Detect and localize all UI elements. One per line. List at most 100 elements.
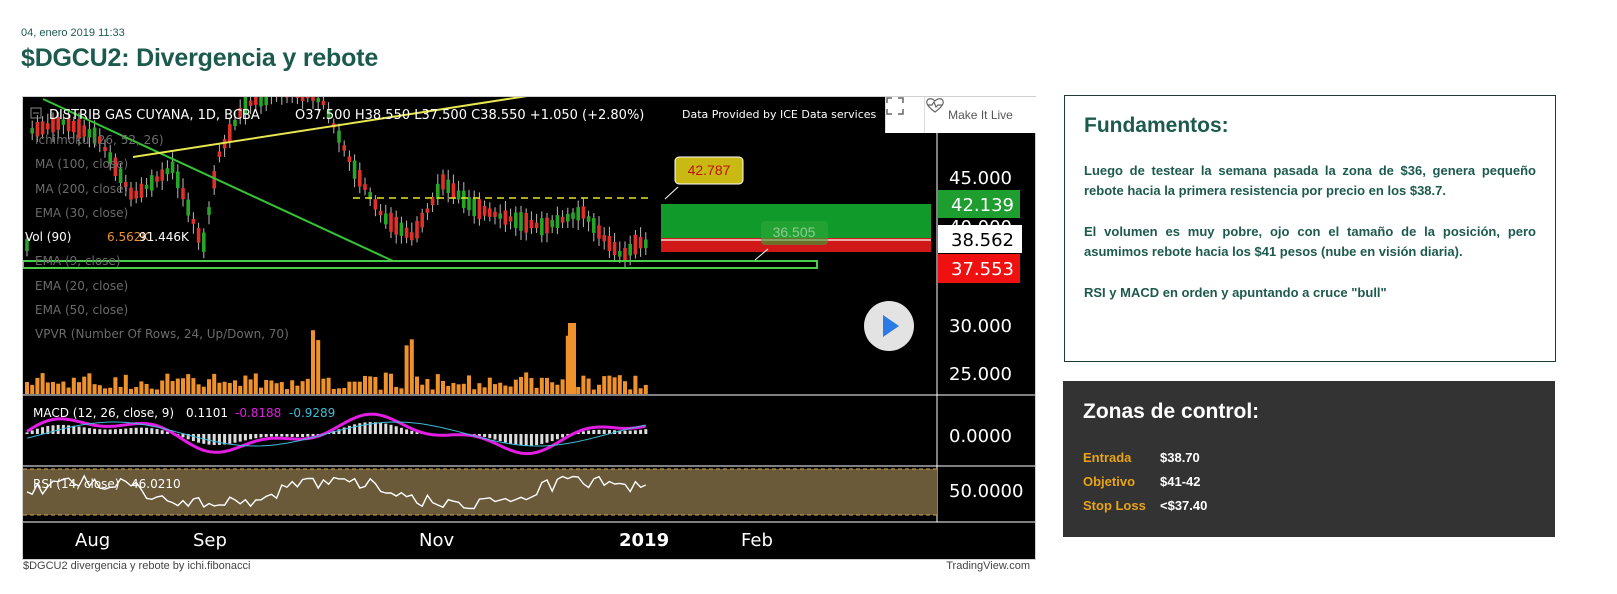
indicator-ema30[interactable]: EMA (30, close)	[35, 206, 128, 220]
data-provider: Data Provided by ICE Data services	[682, 108, 877, 121]
indicator-ema20[interactable]: EMA (20, close)	[35, 279, 128, 293]
candle-body	[248, 100, 253, 106]
macd-hist-bar	[82, 427, 86, 434]
candle-body	[592, 218, 596, 233]
tradingview-credit[interactable]: TradingView.com	[946, 560, 1030, 572]
zone-row-stop: Stop Loss <$37.40	[1083, 498, 1207, 513]
candle-body	[295, 97, 300, 99]
time-label-nov: Nov	[419, 530, 454, 551]
macd-hist-bar	[306, 434, 310, 437]
indicator-ma100[interactable]: MA (100, close)	[35, 157, 128, 171]
volume-bar	[108, 387, 113, 394]
volume-bar	[623, 381, 627, 394]
indicator-vpvr[interactable]: VPVR (Number Of Rows, 24, Up/Down, 70)	[35, 327, 289, 341]
macd-hist-bar	[394, 426, 398, 434]
indicator-ema50[interactable]: EMA (50, close)	[35, 303, 128, 317]
macd-hist-bar	[243, 434, 247, 441]
price-badge-stop-text: 37.553	[951, 259, 1014, 280]
volume-bar	[420, 384, 425, 394]
fullscreen-button[interactable]	[885, 97, 924, 133]
chart-caption[interactable]: $DGCU2 divergencia y rebote by ichi.fibo…	[23, 560, 250, 572]
volume-bar	[25, 382, 29, 394]
candle-body	[623, 248, 627, 262]
macd-hist-bar	[587, 430, 591, 434]
volume-bar	[560, 379, 565, 394]
volume-bar	[508, 386, 513, 394]
candle-body	[103, 146, 107, 152]
volume-bar	[295, 385, 300, 394]
volume-bar	[415, 376, 419, 394]
candle-body	[477, 199, 482, 220]
indicator-ma200[interactable]: MA (200, close)	[35, 182, 128, 196]
candle-body	[602, 235, 606, 242]
volume-bar	[513, 379, 518, 394]
volume-bar	[233, 380, 237, 394]
candle-body	[358, 170, 362, 187]
volume-bar	[269, 380, 274, 394]
candle-body	[144, 184, 149, 189]
volume-bar	[591, 389, 596, 394]
tradingview-chart[interactable]: 42.787 36.505 DISTRIB GAS CUYANA, 1D, BC…	[22, 96, 1036, 560]
candle-body	[264, 97, 268, 106]
volume-bar	[311, 330, 315, 394]
fundamentals-title: Fundamentos:	[1084, 114, 1229, 137]
candle-body	[420, 212, 424, 228]
macd-hist-bar	[581, 431, 585, 434]
macd-hist-bar	[98, 429, 102, 434]
macd-axis-label: 0.0000	[949, 426, 1012, 447]
vol-value-2: 91.446K	[139, 230, 190, 244]
heartbeat-icon	[926, 98, 944, 113]
volume-bar	[300, 381, 305, 394]
macd-hist-bar	[280, 434, 284, 437]
candle-body	[134, 190, 138, 199]
indicator-vol[interactable]: Vol (90)	[25, 230, 71, 244]
volume-bar	[399, 388, 404, 394]
candle-body	[508, 216, 513, 222]
candle-body	[46, 123, 50, 130]
volume-bar	[186, 374, 191, 394]
macd-hist-bar	[129, 428, 133, 434]
candle-body	[160, 169, 164, 181]
macd-hist-bar	[384, 423, 388, 434]
macd-hist-bar	[103, 429, 107, 434]
indicator-list: Ichimoku (26, 52, 26) MA (100, close) MA…	[25, 133, 289, 341]
volume-bar	[212, 373, 217, 394]
macd-hist-bar	[639, 429, 643, 434]
volume-bar	[467, 375, 471, 394]
candle-body	[228, 124, 232, 143]
candle-body	[300, 97, 305, 101]
chart-canvas: 42.787 36.505 DISTRIB GAS CUYANA, 1D, BC…	[23, 97, 1035, 551]
macd-hist-bar	[217, 434, 221, 445]
candle-body	[399, 222, 404, 236]
macd-legend[interactable]: MACD (12, 26, close, 9)	[33, 406, 174, 420]
macd-hist-bar	[353, 424, 357, 434]
make-it-live-label: Make It Live	[948, 108, 1013, 122]
candle-body	[586, 216, 591, 222]
zone-value-stop: <$37.40	[1160, 498, 1208, 513]
macd-hist-bar	[93, 428, 97, 434]
rsi-band	[23, 469, 937, 515]
volume-bar	[181, 378, 185, 394]
candle-body	[352, 160, 357, 179]
candle-body	[217, 151, 222, 157]
volume-bar	[612, 377, 617, 394]
macd-hist-bar	[30, 430, 34, 434]
volume-bar	[253, 373, 258, 394]
indicator-ichimoku[interactable]: Ichimoku (26, 52, 26)	[35, 133, 164, 147]
indicator-ema9[interactable]: EMA (9, close)	[35, 254, 121, 268]
volume-bar	[352, 381, 357, 394]
rsi-legend[interactable]: RSI (14, close)	[33, 477, 119, 491]
volume-bar	[430, 389, 435, 394]
volume-bar	[638, 388, 643, 394]
zone-row-entry: Entrada $38.70	[1083, 450, 1200, 465]
time-label-sep: Sep	[193, 530, 227, 551]
candle-body	[342, 145, 346, 151]
annotation-stop-text: 36.505	[773, 224, 816, 240]
candle-body	[540, 218, 544, 236]
make-it-live-button[interactable]: Make It Live	[924, 97, 1036, 133]
price-badge-current-text: 38.562	[951, 230, 1014, 251]
candle-body	[524, 212, 528, 233]
volume-bar	[487, 377, 492, 394]
volume-bar	[155, 389, 159, 394]
macd-hist-bar	[285, 434, 289, 437]
